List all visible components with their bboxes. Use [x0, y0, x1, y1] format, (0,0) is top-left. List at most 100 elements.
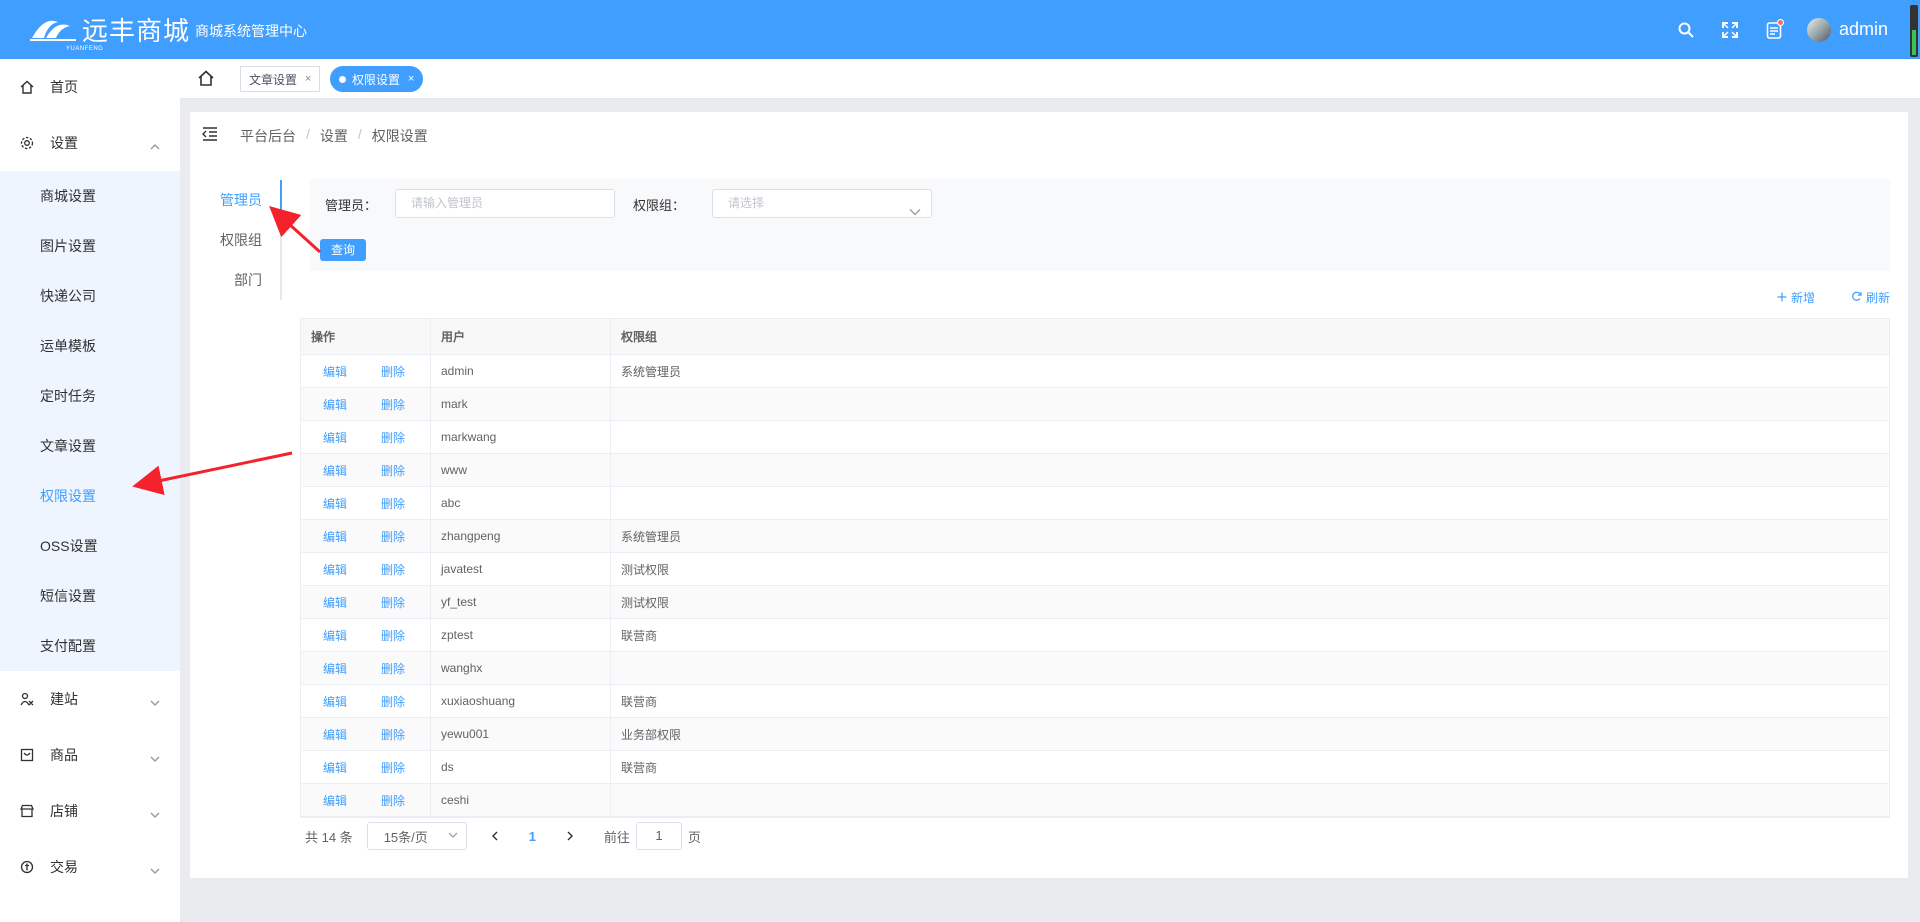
delete-button[interactable]: 删除 — [381, 396, 405, 413]
filter-panel: 管理员： 请输入管理员 权限组： 请选择 查询 — [310, 179, 1890, 271]
sidebar-item-label: 首页 — [50, 79, 78, 95]
delete-button[interactable]: 删除 — [381, 693, 405, 710]
table-toolbar: 新增 刷新 — [1741, 289, 1890, 306]
search-icon[interactable] — [1675, 19, 1697, 41]
delete-button[interactable]: 删除 — [381, 726, 405, 743]
table-row: 编辑 删除 abc — [301, 487, 1889, 520]
delete-button[interactable]: 删除 — [381, 495, 405, 512]
sidebar-subitem-express[interactable]: 快递公司 — [0, 271, 180, 321]
prev-page-button[interactable] — [491, 829, 499, 844]
delete-button[interactable]: 删除 — [381, 561, 405, 578]
sidebar-item-trade[interactable]: 交易 — [0, 839, 180, 895]
notification-icon[interactable] — [1763, 18, 1785, 41]
header-actions: 操作 — [301, 319, 431, 354]
edit-button[interactable]: 编辑 — [323, 561, 347, 578]
row-group: 联营商 — [621, 694, 658, 709]
chevron-down-icon — [909, 199, 921, 226]
sidebar-item-home[interactable]: 首页 — [0, 59, 180, 115]
delete-button[interactable]: 删除 — [381, 759, 405, 776]
tab-permission-settings[interactable]: 权限设置 × — [330, 66, 424, 92]
row-actions: 编辑 删除 — [301, 454, 431, 486]
edit-button[interactable]: 编辑 — [323, 792, 347, 809]
breadcrumb-item[interactable]: 设置 — [320, 126, 348, 146]
sidebar-item-site[interactable]: 建站 — [0, 671, 180, 727]
sidebar-item-label: 建站 — [50, 691, 78, 707]
page-size-select[interactable]: 15条/页 — [366, 822, 467, 850]
delete-button[interactable]: 删除 — [381, 363, 405, 380]
edit-button[interactable]: 编辑 — [323, 363, 347, 380]
sidebar-item-label: 交易 — [50, 859, 78, 875]
refresh-button[interactable]: 刷新 — [1851, 289, 1890, 306]
sidebar-subitem-permission-settings[interactable]: 权限设置 — [0, 471, 180, 521]
delete-button[interactable]: 删除 — [381, 792, 405, 809]
breadcrumb-item: 权限设置 — [371, 128, 428, 144]
edit-button[interactable]: 编辑 — [323, 495, 347, 512]
sidebar-subitem-image-settings[interactable]: 图片设置 — [0, 221, 180, 271]
sidebar-subitem-article-settings[interactable]: 文章设置 — [0, 421, 180, 471]
tab-permission-groups[interactable]: 权限组 — [220, 220, 280, 260]
edit-button[interactable]: 编辑 — [323, 396, 347, 413]
row-actions: 编辑 删除 — [301, 685, 431, 717]
delete-button[interactable]: 删除 — [381, 627, 405, 644]
sidebar-subitem-mall-settings[interactable]: 商城设置 — [0, 171, 180, 221]
row-user: xuxiaoshuang — [431, 685, 611, 717]
edit-button[interactable]: 编辑 — [323, 726, 347, 743]
delete-button[interactable]: 删除 — [381, 660, 405, 677]
goto-page-input[interactable]: 1 — [635, 822, 682, 850]
sidebar-subitem-scheduled-tasks[interactable]: 定时任务 — [0, 371, 180, 421]
sidebar-subitem-waybill[interactable]: 运单模板 — [0, 321, 180, 371]
tab-article-settings[interactable]: 文章设置 × — [240, 66, 321, 92]
main-card: 平台后台 / 设置 / 权限设置 管理员 权限组 部门 管理员： 请输入管理员 … — [190, 112, 1908, 878]
breadcrumb-item[interactable]: 平台后台 — [240, 126, 296, 146]
tab-departments[interactable]: 部门 — [220, 260, 280, 300]
delete-button[interactable]: 删除 — [381, 462, 405, 479]
page-number-current[interactable]: 1 — [529, 829, 536, 844]
table-row: 编辑 删除 zptest 联营商 — [301, 619, 1889, 652]
delete-button[interactable]: 删除 — [381, 594, 405, 611]
chevron-down-icon — [150, 693, 160, 709]
edit-button[interactable]: 编辑 — [323, 660, 347, 677]
edit-button[interactable]: 编辑 — [323, 462, 347, 479]
edit-button[interactable]: 编辑 — [323, 528, 347, 545]
next-page-button[interactable] — [566, 829, 574, 844]
edit-button[interactable]: 编辑 — [323, 594, 347, 611]
delete-button[interactable]: 删除 — [381, 429, 405, 446]
sidebar-subitem-sms[interactable]: 短信设置 — [0, 571, 180, 621]
close-icon[interactable]: × — [305, 73, 311, 85]
edit-button[interactable]: 编辑 — [323, 693, 347, 710]
add-button[interactable]: 新增 — [1777, 289, 1815, 306]
table-body: 编辑 删除 admin 系统管理员 编辑 删除 mark 编辑 删除 markwang 编辑 删除 ww… — [301, 355, 1889, 817]
group-select[interactable]: 请选择 — [712, 189, 932, 218]
row-user: admin — [431, 355, 611, 387]
row-group: 测试权限 — [621, 562, 670, 577]
sidebar-subitem-oss[interactable]: OSS设置 — [0, 521, 180, 571]
gear-icon — [20, 136, 34, 150]
tab-admins[interactable]: 管理员 — [220, 180, 280, 220]
edit-button[interactable]: 编辑 — [323, 627, 347, 644]
refresh-icon — [1851, 291, 1862, 305]
row-actions: 编辑 删除 — [301, 421, 431, 453]
edit-button[interactable]: 编辑 — [323, 759, 347, 776]
username[interactable]: admin — [1839, 19, 1888, 40]
sidebar-item-goods[interactable]: 商品 — [0, 727, 180, 783]
sidebar-item-settings[interactable]: 设置 — [0, 115, 180, 171]
row-group: 测试权限 — [621, 595, 670, 610]
app-subtitle: 商城系统管理中心 — [195, 23, 307, 39]
row-group — [611, 487, 1889, 519]
sidebar-item-store[interactable]: 店铺 — [0, 783, 180, 839]
collapse-sidebar-icon[interactable] — [202, 126, 218, 142]
query-button[interactable]: 查询 — [320, 239, 366, 261]
edit-button[interactable]: 编辑 — [323, 429, 347, 446]
avatar[interactable] — [1806, 17, 1831, 42]
home-tab-icon[interactable] — [197, 69, 215, 87]
fullscreen-icon[interactable] — [1719, 19, 1741, 41]
sidebar-subitem-payment[interactable]: 支付配置 — [0, 621, 180, 671]
delete-button[interactable]: 删除 — [381, 528, 405, 545]
logo[interactable]: 远丰商城 YUANFENG — [30, 12, 190, 52]
table-row: 编辑 删除 javatest 测试权限 — [301, 553, 1889, 586]
table-row: 编辑 删除 admin 系统管理员 — [301, 355, 1889, 388]
admin-search-input[interactable]: 请输入管理员 — [395, 189, 615, 218]
table-row: 编辑 删除 zhangpeng 系统管理员 — [301, 520, 1889, 553]
chevron-down-icon — [150, 805, 160, 821]
close-icon[interactable]: × — [408, 73, 414, 85]
